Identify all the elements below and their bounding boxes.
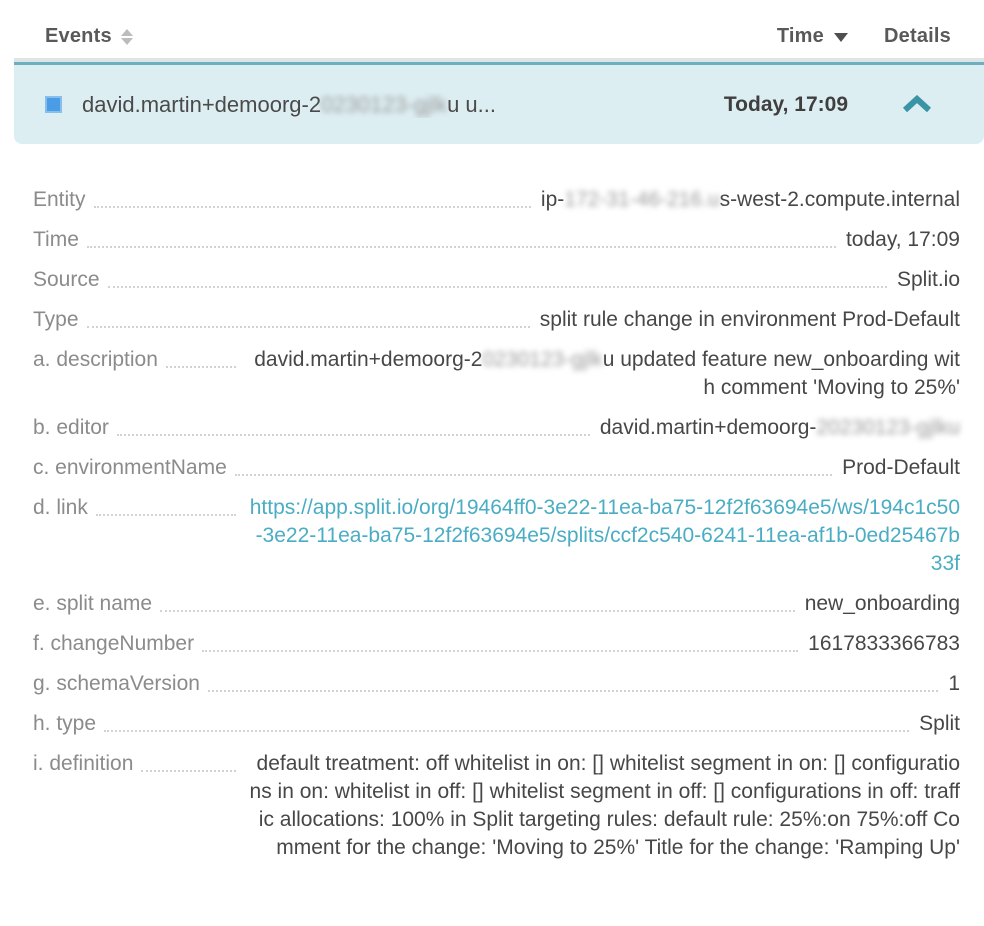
value-text: Split.io (897, 268, 960, 291)
detail-label: d. link (33, 494, 88, 522)
detail-label: a. description (33, 346, 158, 374)
dotted-leader (96, 494, 236, 516)
sort-icon (121, 29, 133, 45)
detail-value: david.martin+demoorg-20230123-gjlku (600, 414, 960, 442)
detail-row-split-name: e. split name new_onboarding (33, 590, 960, 618)
event-details-panel: Entity ip-172-31-46-216.us-west-2.comput… (0, 186, 984, 862)
detail-row-type-split: h. type Split (33, 710, 960, 738)
value-redacted: 20230123-gjlku (816, 416, 960, 439)
event-title-prefix: david.martin+demoorg-2 (82, 92, 321, 117)
sort-descending-icon (834, 33, 848, 42)
detail-row-change-number: f. changeNumber 1617833366783 (33, 630, 960, 658)
detail-value: new_onboarding (805, 590, 960, 618)
value-text: default treatment: off whitelist in on: … (250, 752, 960, 859)
value-text: Split (919, 712, 960, 735)
event-link[interactable]: https://app.split.io/org/19464ff0-3e22-1… (246, 494, 960, 578)
detail-value: Prod-Default (842, 454, 960, 482)
detail-label: h. type (33, 710, 96, 738)
detail-label: Source (33, 266, 100, 294)
value-text: Prod-Default (842, 456, 960, 479)
detail-row-source: Source Split.io (33, 266, 960, 294)
dotted-leader (141, 750, 236, 772)
detail-value: david.martin+demoorg-20230123-gjlku upda… (246, 346, 960, 402)
detail-row-definition: i. definition default treatment: off whi… (33, 750, 960, 862)
dotted-leader (94, 186, 531, 208)
detail-row-description: a. description david.martin+demoorg-2023… (33, 346, 960, 402)
sort-down-arrow-icon (121, 38, 133, 45)
header-right-group: Time Details (777, 25, 951, 48)
sort-up-arrow-icon (121, 29, 133, 36)
detail-value: split rule change in environment Prod-De… (540, 306, 960, 334)
dotted-leader (104, 710, 909, 732)
link-text: https://app.split.io/org/19464ff0-3e22-1… (250, 496, 960, 575)
event-title: david.martin+demoorg-20230123-gjlku u... (82, 92, 724, 118)
detail-value: default treatment: off whitelist in on: … (246, 750, 960, 862)
event-row[interactable]: david.martin+demoorg-20230123-gjlku u...… (14, 62, 984, 144)
dotted-leader (235, 454, 832, 476)
dotted-leader (202, 630, 798, 652)
detail-value: today, 17:09 (846, 226, 960, 254)
value-prefix: david.martin+demoorg-2 (254, 348, 482, 371)
time-column-label: Time (777, 25, 824, 48)
detail-row-editor: b. editor david.martin+demoorg-20230123-… (33, 414, 960, 442)
event-severity-square-icon (45, 96, 62, 113)
dotted-leader (208, 670, 938, 692)
detail-value: Split.io (897, 266, 960, 294)
detail-label: c. environmentName (33, 454, 227, 482)
detail-label: Time (33, 226, 79, 254)
value-redacted: 172-31-46-216.u (564, 188, 719, 211)
value-text: 1 (948, 672, 960, 695)
detail-label: i. definition (33, 750, 133, 778)
detail-value: Split (919, 710, 960, 738)
events-column-label: Events (45, 25, 112, 48)
dotted-leader (117, 414, 590, 436)
events-column-header[interactable]: Events (45, 25, 133, 48)
chevron-up-icon (900, 95, 934, 115)
detail-row-link: d. link https://app.split.io/org/19464ff… (33, 494, 960, 578)
detail-label: f. changeNumber (33, 630, 194, 658)
detail-row-time: Time today, 17:09 (33, 226, 960, 254)
dotted-leader (87, 306, 530, 328)
value-text: split rule change in environment Prod-De… (540, 308, 960, 331)
dotted-leader (160, 590, 795, 612)
collapse-button[interactable] (900, 95, 934, 115)
detail-value: 1617833366783 (808, 630, 960, 658)
value-text: today, 17:09 (846, 228, 960, 251)
value-prefix: ip- (541, 188, 564, 211)
dotted-leader (87, 226, 836, 248)
value-text: 1617833366783 (808, 632, 960, 655)
dotted-leader (108, 266, 887, 288)
detail-label: Type (33, 306, 79, 334)
detail-label: b. editor (33, 414, 109, 442)
events-table-header: Events Time Details (0, 0, 984, 62)
detail-row-schema-version: g. schemaVersion 1 (33, 670, 960, 698)
value-suffix: s-west-2.compute.internal (720, 188, 960, 211)
detail-label: Entity (33, 186, 86, 214)
value-text: new_onboarding (805, 592, 960, 615)
value-redacted: 0230123-gjlk (482, 348, 602, 371)
detail-label: g. schemaVersion (33, 670, 200, 698)
time-column-header[interactable]: Time (777, 25, 848, 48)
detail-value: 1 (948, 670, 960, 698)
detail-value: ip-172-31-46-216.us-west-2.compute.inter… (541, 186, 960, 214)
detail-row-environment-name: c. environmentName Prod-Default (33, 454, 960, 482)
detail-row-entity: Entity ip-172-31-46-216.us-west-2.comput… (33, 186, 960, 214)
event-title-redacted: 0230123-gjlk (321, 92, 447, 117)
dotted-leader (166, 346, 236, 368)
event-time: Today, 17:09 (724, 93, 848, 117)
event-title-suffix: u u... (447, 92, 496, 117)
detail-row-type: Type split rule change in environment Pr… (33, 306, 960, 334)
details-column-label: Details (884, 25, 951, 48)
detail-label: e. split name (33, 590, 152, 618)
value-suffix: u updated feature new_onboarding with co… (603, 348, 960, 399)
value-prefix: david.martin+demoorg- (600, 416, 817, 439)
